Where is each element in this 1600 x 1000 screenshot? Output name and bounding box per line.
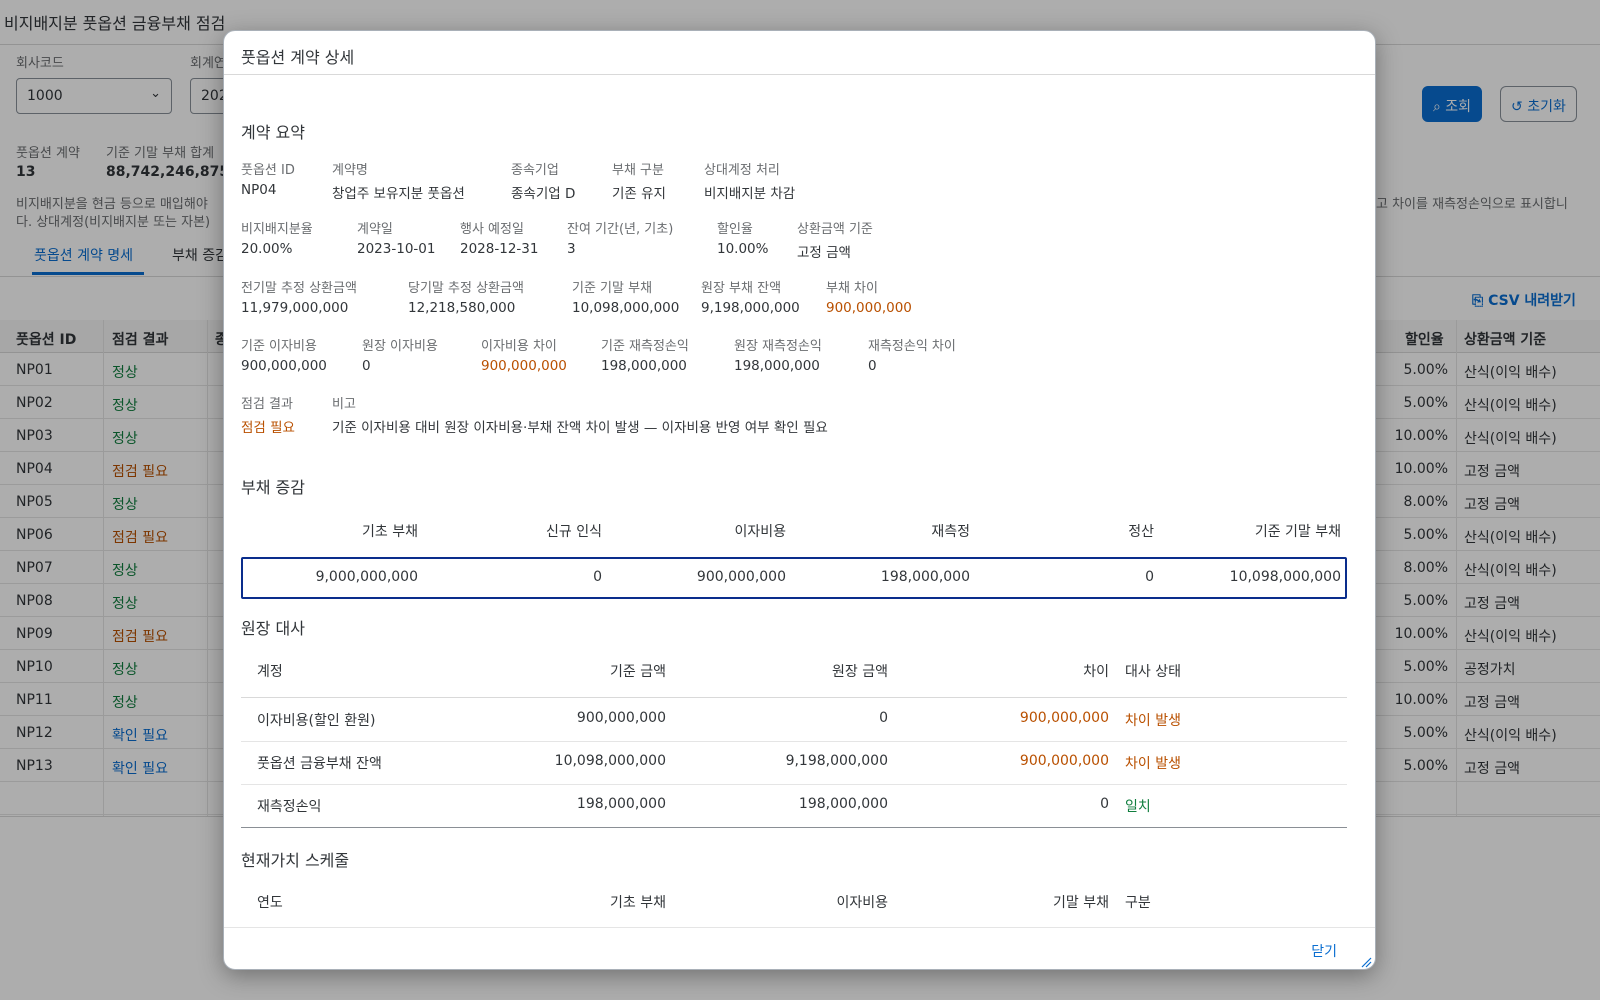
row-divider bbox=[241, 827, 1347, 828]
ledger-header-divider bbox=[241, 697, 1347, 698]
ledger-status: 차이 발생 bbox=[1125, 756, 1181, 772]
ledger-diff: 0 bbox=[1100, 796, 1109, 812]
ledger-base: 900,000,000 bbox=[576, 710, 666, 726]
row-divider bbox=[241, 741, 1347, 742]
field-counter-account: 상대계정 처리 비지배지분 차감 bbox=[704, 163, 796, 202]
ledger-base: 10,098,000,000 bbox=[554, 753, 666, 769]
field-base-liability: 기준 기말 부채 10,098,000,000 bbox=[572, 281, 680, 316]
ledger-title: 원장 대사 bbox=[241, 619, 305, 638]
field-base-remeasure: 기준 재측정손익 198,000,000 bbox=[601, 339, 689, 374]
ledger-base: 198,000,000 bbox=[576, 796, 666, 812]
field-remaining-term: 잔여 기간(년, 기초) 3 bbox=[567, 222, 674, 257]
summary-title: 계약 요약 bbox=[241, 123, 305, 142]
ledger-ledger: 9,198,000,000 bbox=[785, 753, 888, 769]
ledger-account: 재측정손익 bbox=[257, 799, 322, 815]
field-remeasure-diff: 재측정손익 차이 0 bbox=[868, 339, 956, 374]
ledger-status: 일치 bbox=[1125, 799, 1151, 815]
schedule-title: 현재가치 스케줄 bbox=[241, 851, 350, 870]
field-contract-name: 계약명 창업주 보유지분 풋옵션 bbox=[332, 163, 465, 202]
contract-detail-dialog: 풋옵션 계약 상세 계약 요약 풋옵션 ID NP04 계약명 창업주 보유지분 풋… bbox=[223, 30, 1376, 970]
ledger-diff: 900,000,000 bbox=[1019, 710, 1109, 726]
dialog-header: 풋옵션 계약 상세 bbox=[224, 31, 1375, 75]
field-check-result: 점검 결과 점검 필요 bbox=[241, 397, 295, 436]
field-subsidiary: 종속기업 종속기업 D bbox=[511, 163, 576, 202]
ledger-account: 풋옵션 금융부채 잔액 bbox=[257, 756, 382, 772]
ledger-status: 차이 발생 bbox=[1125, 713, 1181, 729]
field-liability-diff: 부채 차이 900,000,000 bbox=[826, 281, 912, 316]
dialog-body[interactable]: 계약 요약 풋옵션 ID NP04 계약명 창업주 보유지분 풋옵션 종속기업 종속기… bbox=[224, 75, 1375, 927]
field-interest-diff: 이자비용 차이 900,000,000 bbox=[481, 339, 567, 374]
row-divider bbox=[241, 784, 1347, 785]
field-put-id: 풋옵션 ID NP04 bbox=[241, 163, 295, 198]
dialog-title: 풋옵션 계약 상세 bbox=[241, 48, 355, 67]
field-ledger-interest: 원장 이자비용 0 bbox=[362, 339, 438, 374]
field-nci-ratio: 비지배지분율 20.00% bbox=[241, 222, 313, 257]
field-contract-date: 계약일 2023-10-01 bbox=[357, 222, 436, 257]
field-base-interest: 기준 이자비용 900,000,000 bbox=[241, 339, 327, 374]
ledger-ledger: 0 bbox=[879, 710, 888, 726]
field-ledger-liability: 원장 부채 잔액 9,198,000,000 bbox=[701, 281, 800, 316]
close-button[interactable]: 닫기 bbox=[1311, 941, 1337, 961]
rollforward-title: 부채 증감 bbox=[241, 478, 305, 497]
field-exercise-date: 행사 예정일 2028-12-31 bbox=[460, 222, 539, 257]
ledger-account: 이자비용(할인 환원) bbox=[257, 713, 376, 729]
field-current-redemption: 당기말 추정 상환금액 12,218,580,000 bbox=[408, 281, 524, 316]
field-discount-rate: 할인율 10.00% bbox=[717, 222, 769, 257]
ledger-ledger: 198,000,000 bbox=[798, 796, 888, 812]
field-prior-redemption: 전기말 추정 상환금액 11,979,000,000 bbox=[241, 281, 357, 316]
field-remark: 비고 기준 이자비용 대비 원장 이자비용·부채 잔액 차이 발생 — 이자비용 … bbox=[332, 397, 828, 436]
resize-handle-icon[interactable] bbox=[1360, 956, 1372, 968]
dialog-footer: 닫기 bbox=[224, 927, 1375, 969]
field-redemption-basis: 상환금액 기준 고정 금액 bbox=[797, 222, 873, 261]
field-ledger-remeasure: 원장 재측정손익 198,000,000 bbox=[734, 339, 822, 374]
ledger-diff: 900,000,000 bbox=[1019, 753, 1109, 769]
field-liability-type: 부채 구분 기존 유지 bbox=[612, 163, 666, 202]
